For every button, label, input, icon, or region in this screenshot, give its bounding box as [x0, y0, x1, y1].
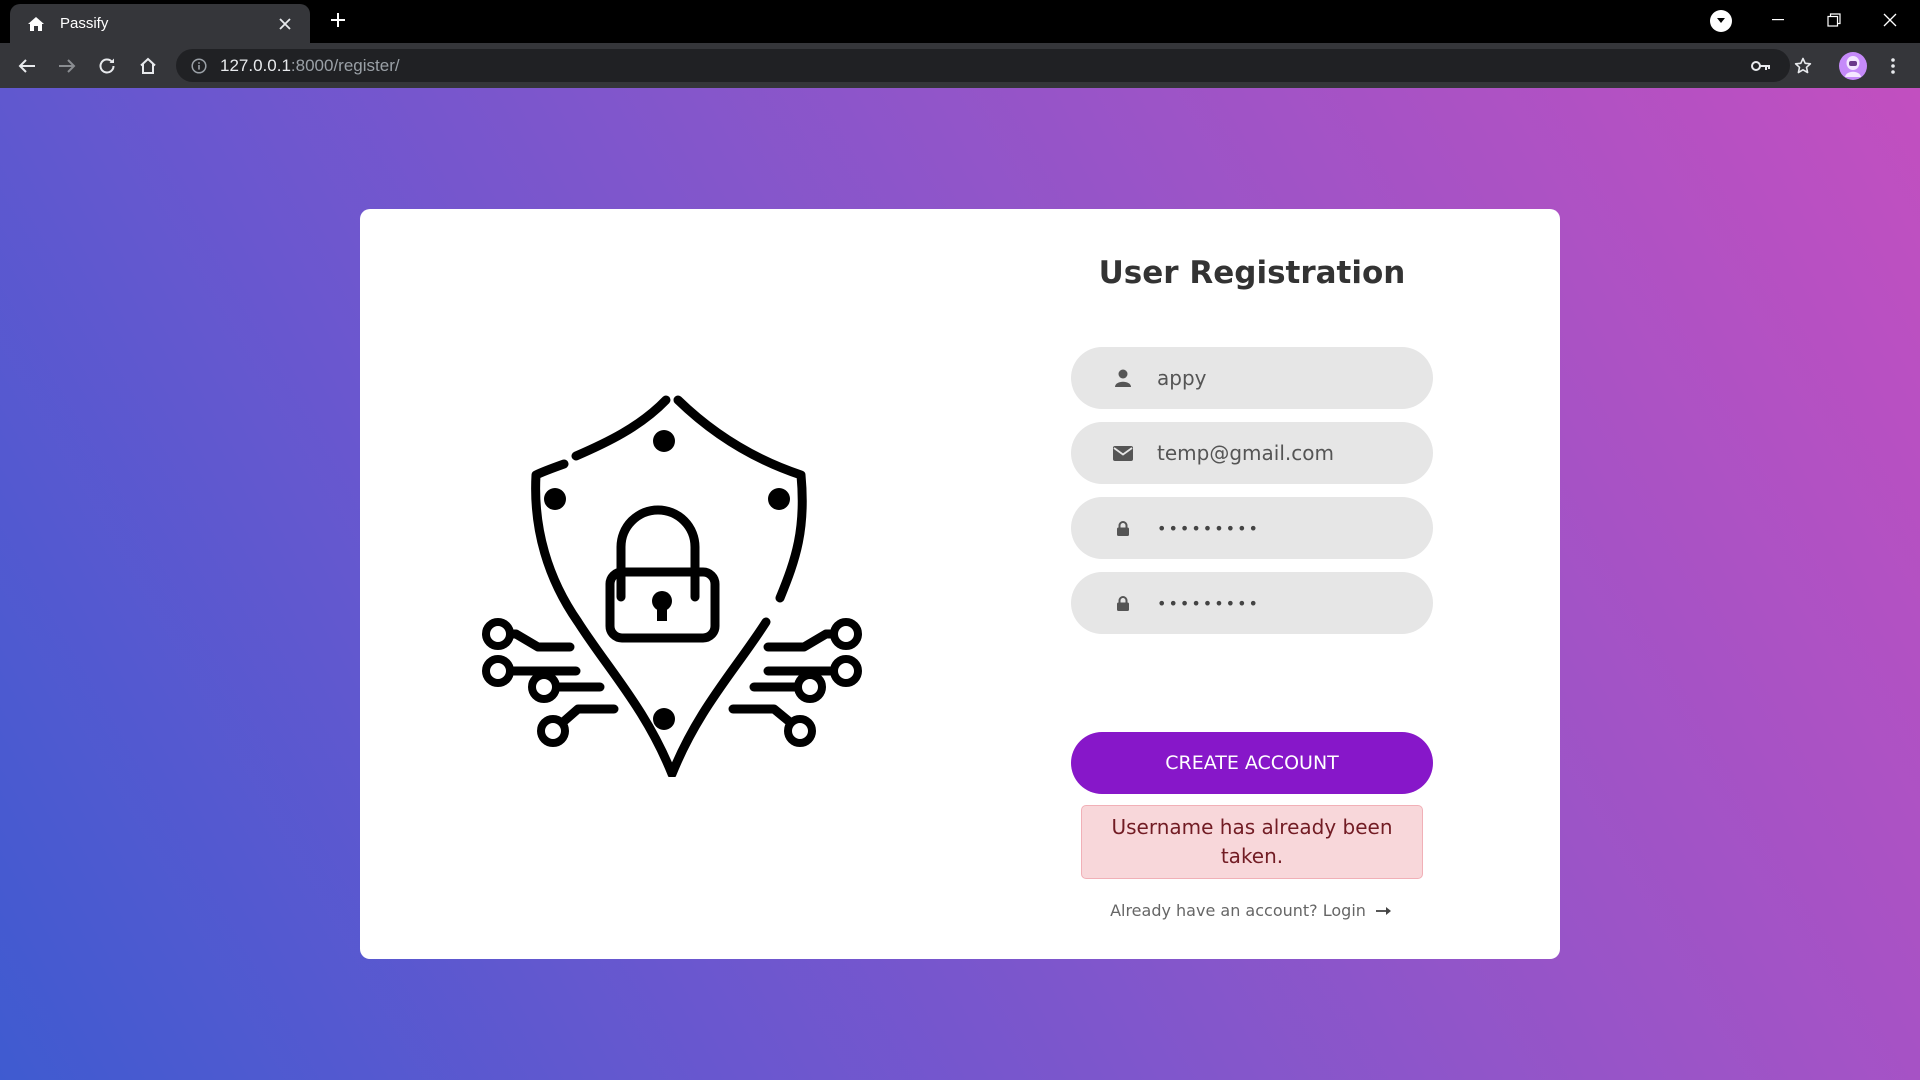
minimize-icon[interactable] [1750, 0, 1806, 40]
reload-icon[interactable] [92, 51, 122, 81]
registration-card: User Registration appy temp@gmail.com ••… [360, 209, 1560, 959]
plus-icon[interactable] [326, 8, 350, 32]
lock-icon [1113, 518, 1133, 538]
url-text: 127.0.0.1:8000/register/ [220, 56, 400, 76]
login-prompt: Already have an account? Login [1071, 901, 1433, 920]
password-value: ••••••••• [1157, 518, 1260, 538]
kebab-menu-icon[interactable] [1878, 51, 1908, 81]
address-bar[interactable]: 127.0.0.1:8000/register/ [176, 49, 1790, 82]
envelope-icon [1113, 443, 1133, 463]
info-icon[interactable] [190, 57, 208, 75]
page-title: User Registration [1098, 255, 1406, 291]
home-icon [26, 14, 46, 34]
close-icon[interactable] [274, 13, 296, 35]
confirm-password-field[interactable]: ••••••••• [1071, 572, 1433, 634]
user-icon [1113, 368, 1133, 388]
email-field[interactable]: temp@gmail.com [1071, 422, 1433, 484]
password-field[interactable]: ••••••••• [1071, 497, 1433, 559]
restore-icon[interactable] [1806, 0, 1862, 40]
confirm-password-value: ••••••••• [1157, 593, 1260, 613]
profile-avatar[interactable] [1839, 52, 1867, 80]
home-icon[interactable] [133, 51, 163, 81]
username-value: appy [1157, 366, 1207, 390]
username-field[interactable]: appy [1071, 347, 1433, 409]
url-host: 127.0.0.1 [220, 55, 291, 75]
arrow-left-icon[interactable] [12, 51, 42, 81]
create-account-button[interactable]: CREATE ACCOUNT [1071, 732, 1433, 794]
login-link[interactable]: Login [1323, 901, 1366, 920]
star-icon[interactable] [1788, 51, 1818, 81]
tab-title: Passify [60, 15, 109, 32]
arrow-right-icon[interactable] [52, 51, 82, 81]
key-icon[interactable] [1746, 51, 1776, 81]
tab-search-icon[interactable] [1710, 10, 1732, 32]
error-alert: Username has already been taken. [1081, 805, 1423, 879]
browser-tabstrip: Passify [0, 0, 1920, 43]
browser-toolbar: 127.0.0.1:8000/register/ [0, 43, 1920, 88]
email-value: temp@gmail.com [1157, 441, 1334, 465]
window-close-icon[interactable] [1862, 0, 1918, 40]
page-viewport: User Registration appy temp@gmail.com ••… [0, 88, 1920, 1080]
browser-tab[interactable]: Passify [10, 4, 310, 43]
url-path: :8000/register/ [290, 55, 400, 75]
lock-icon [1113, 593, 1133, 613]
arrow-right-icon[interactable] [1375, 905, 1394, 917]
login-prompt-text: Already have an account? [1110, 901, 1318, 920]
shield-lock-icon [482, 395, 862, 777]
registration-form: User Registration appy temp@gmail.com ••… [1071, 249, 1433, 920]
